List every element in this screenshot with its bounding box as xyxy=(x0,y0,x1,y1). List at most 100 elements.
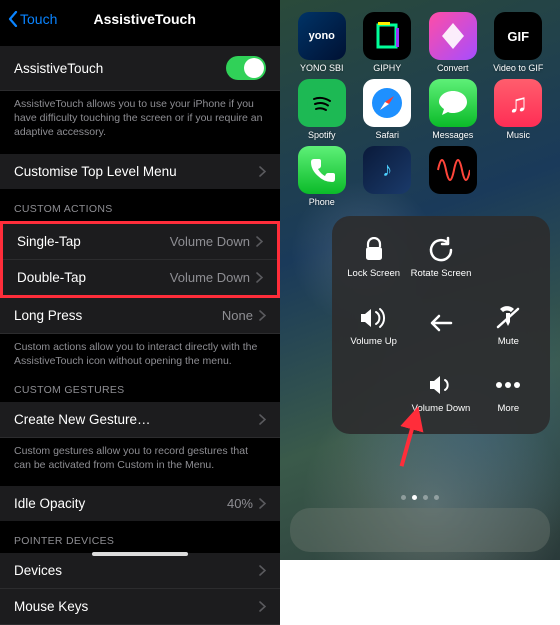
chevron-right-icon xyxy=(256,272,263,283)
app-v2g[interactable]: GIF Video to GIF xyxy=(487,12,549,73)
toggle-switch-on[interactable] xyxy=(226,56,266,80)
label: Volume Up xyxy=(350,337,396,348)
chevron-right-icon xyxy=(259,498,266,509)
app-icon xyxy=(363,79,411,127)
empty-cell xyxy=(475,224,542,291)
dot xyxy=(401,495,406,500)
idle-opacity-row[interactable]: Idle Opacity 40% xyxy=(0,486,280,521)
app-dsp[interactable]: ♪ xyxy=(356,146,418,207)
chevron-right-icon xyxy=(256,236,263,247)
rotate-screen-button[interactable]: Rotate Screen xyxy=(407,224,474,291)
row-label: Long Press xyxy=(14,308,222,323)
app-label: Video to GIF xyxy=(493,63,543,73)
back-button[interactable]: Touch xyxy=(8,11,57,27)
app-icon xyxy=(429,12,477,60)
row-label: Customise Top Level Menu xyxy=(14,164,259,179)
more-icon xyxy=(493,370,523,400)
app-icon xyxy=(429,79,477,127)
home-indicator[interactable] xyxy=(92,552,188,556)
long-press-row[interactable]: Long Press None xyxy=(0,298,280,334)
new-gesture-row[interactable]: Create New Gesture… xyxy=(0,402,280,438)
volume-down-button[interactable]: Volume Down xyxy=(407,359,474,426)
app-voicememo[interactable] xyxy=(422,146,484,207)
chevron-right-icon xyxy=(259,601,266,612)
app-convert[interactable]: Convert xyxy=(422,12,484,73)
app-label: Convert xyxy=(437,63,469,73)
single-tap-row[interactable]: Single-Tap Volume Down xyxy=(3,224,277,260)
app-label: Safari xyxy=(375,130,399,140)
back-button[interactable] xyxy=(407,291,474,358)
app-icon xyxy=(363,12,411,60)
label: Volume Down xyxy=(412,404,471,415)
more-button[interactable]: More xyxy=(475,359,542,426)
app-label: Messages xyxy=(432,130,473,140)
app-icon: ♫ xyxy=(494,79,542,127)
custom-gestures-header: CUSTOM GESTURES xyxy=(0,370,280,402)
app-spotify[interactable]: Spotify xyxy=(291,79,353,140)
app-icon: yono xyxy=(298,12,346,60)
empty-cell xyxy=(340,359,407,426)
volume-up-icon xyxy=(359,303,389,333)
row-label: Double-Tap xyxy=(17,270,170,285)
mouse-keys-row[interactable]: Mouse Keys xyxy=(0,589,280,625)
assistivetouch-menu[interactable]: Lock Screen Rotate Screen Volume Up Mute… xyxy=(332,216,550,434)
app-safari[interactable]: Safari xyxy=(356,79,418,140)
actions-caption: Custom actions allow you to interact dir… xyxy=(0,334,280,370)
gestures-caption: Custom gestures allow you to record gest… xyxy=(0,438,280,474)
label: Lock Screen xyxy=(347,269,400,280)
label: Rotate Screen xyxy=(411,269,472,280)
intro-caption: AssistiveTouch allows you to use your iP… xyxy=(0,91,280,142)
app-grid: yono YONO SBI GIPHY Convert GIF Video to GIF S… xyxy=(280,0,560,207)
rotate-icon xyxy=(426,235,456,265)
row-value: 40% xyxy=(227,496,253,511)
app-label: YONO SBI xyxy=(300,63,344,73)
dot xyxy=(434,495,439,500)
app-music[interactable]: ♫Music xyxy=(487,79,549,140)
app-yono[interactable]: yono YONO SBI xyxy=(291,12,353,73)
customise-top-level-row[interactable]: Customise Top Level Menu xyxy=(0,154,280,189)
app-icon xyxy=(298,79,346,127)
back-label: Touch xyxy=(20,11,57,27)
dot-active xyxy=(412,495,417,500)
arrow-left-icon xyxy=(426,308,456,338)
lock-screen-button[interactable]: Lock Screen xyxy=(340,224,407,291)
chevron-right-icon xyxy=(259,414,266,425)
row-label: Idle Opacity xyxy=(14,496,227,511)
chevron-left-icon xyxy=(8,11,18,27)
row-value: Volume Down xyxy=(170,270,250,285)
chevron-right-icon xyxy=(259,310,266,321)
assistivetouch-toggle-row[interactable]: AssistiveTouch xyxy=(0,46,280,91)
app-messages[interactable]: Messages xyxy=(422,79,484,140)
double-tap-row[interactable]: Double-Tap Volume Down xyxy=(3,260,277,295)
page-title: AssistiveTouch xyxy=(57,11,272,27)
homescreen-pane: yono YONO SBI GIPHY Convert GIF Video to GIF S… xyxy=(280,0,560,560)
custom-actions-header: CUSTOM ACTIONS xyxy=(0,189,280,221)
highlight-box: Single-Tap Volume Down Double-Tap Volume… xyxy=(0,221,280,298)
dot xyxy=(423,495,428,500)
label: More xyxy=(498,404,520,415)
devices-row[interactable]: Devices xyxy=(0,553,280,589)
app-icon xyxy=(298,146,346,194)
pointer-devices-header: POINTER DEVICES xyxy=(0,521,280,553)
label: Mute xyxy=(498,337,519,348)
app-phone[interactable]: Phone xyxy=(291,146,353,207)
row-label: Devices xyxy=(14,563,259,578)
row-label: Single-Tap xyxy=(17,234,170,249)
row-label: Mouse Keys xyxy=(14,599,259,614)
settings-pane: Touch AssistiveTouch AssistiveTouch Assi… xyxy=(0,0,280,560)
page-dots[interactable] xyxy=(401,495,439,500)
app-label: GIPHY xyxy=(373,63,401,73)
chevron-right-icon xyxy=(259,565,266,576)
row-value: Volume Down xyxy=(170,234,250,249)
app-label: Phone xyxy=(309,197,335,207)
volume-down-icon xyxy=(426,370,456,400)
chevron-right-icon xyxy=(259,166,266,177)
mute-button[interactable]: Mute xyxy=(475,291,542,358)
dock[interactable] xyxy=(290,508,550,552)
toggle-label: AssistiveTouch xyxy=(14,61,226,76)
app-icon: ♪ xyxy=(363,146,411,194)
app-icon: GIF xyxy=(494,12,542,60)
volume-up-button[interactable]: Volume Up xyxy=(340,291,407,358)
app-giphy[interactable]: GIPHY xyxy=(356,12,418,73)
mute-icon xyxy=(493,303,523,333)
